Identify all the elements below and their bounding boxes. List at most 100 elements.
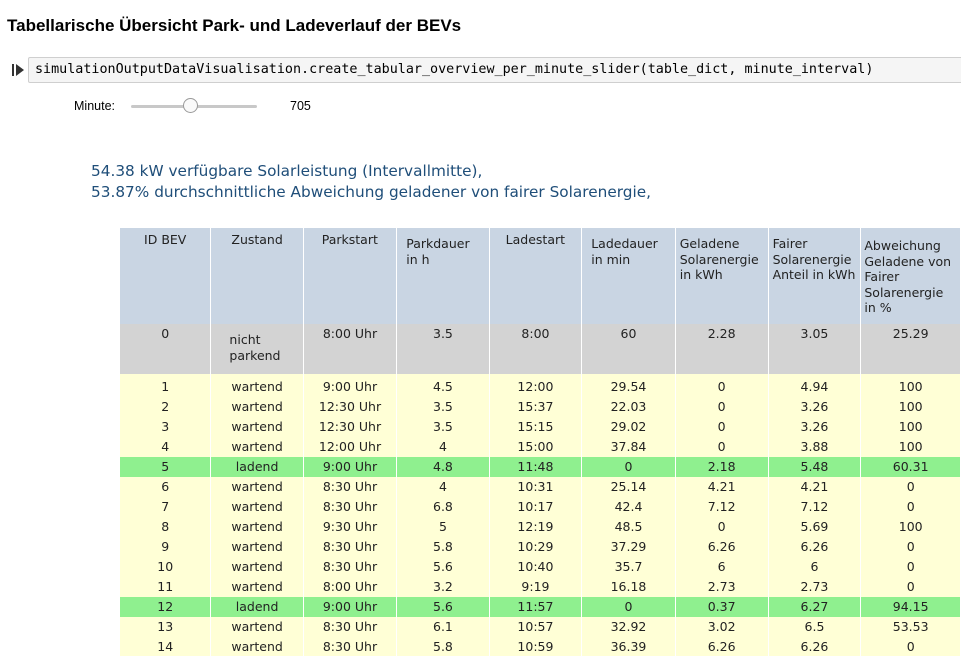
- cell-deviation: 100: [860, 374, 961, 397]
- cell-state: wartend: [210, 517, 304, 537]
- cell-deviation: 0: [860, 637, 961, 656]
- cell-state: ladend: [210, 457, 304, 477]
- table-row: 2 wartend 12:30 Uhr 3.5 15:37 22.03 0 3.26 100: [120, 397, 961, 417]
- cell-deviation: 0: [860, 577, 961, 597]
- minute-slider-thumb[interactable]: [182, 98, 198, 113]
- cell-id: 3: [120, 417, 212, 437]
- cell-state: wartend: [210, 617, 304, 637]
- cell-fair-solar-share: 6: [768, 557, 862, 577]
- cell-charge-start: 11:48: [489, 457, 583, 477]
- cell-charged-solar-energy: 2.73: [675, 577, 769, 597]
- cell-charge-start: 10:57: [489, 617, 583, 637]
- cell-charge-start: 15:00: [489, 437, 583, 457]
- cell-park-duration: 6.1: [396, 617, 490, 637]
- code-text: simulationOutputDataVisualisation.create…: [35, 62, 874, 77]
- cell-charge-duration: 22.03: [581, 397, 676, 417]
- cell-fair-solar-share: 6.26: [768, 637, 862, 656]
- cell-deviation: 0: [860, 477, 961, 497]
- cell-charged-solar-energy: 7.12: [675, 497, 769, 517]
- run-cell-icon[interactable]: [11, 63, 25, 77]
- cell-charged-solar-energy: 0: [675, 437, 769, 457]
- summary-average-deviation: 53.87% durchschnittliche Abweichung gela…: [91, 183, 651, 201]
- cell-park-start: 8:30 Uhr: [303, 557, 398, 577]
- cell-charged-solar-energy: 6: [675, 557, 769, 577]
- cell-park-duration: 5.8: [396, 637, 490, 656]
- page-title: Tabellarische Übersicht Park- und Ladeve…: [7, 16, 462, 35]
- table-row: 1 wartend 9:00 Uhr 4.5 12:00 29.54 0 4.94 100: [120, 374, 961, 397]
- cell-charged-solar-energy: 2.28: [675, 324, 769, 374]
- table-row: 11 wartend 8:00 Uhr 3.2 9:19 16.18 2.73 2.73 0: [120, 577, 961, 597]
- notebook-page: Tabellarische Übersicht Park- und Ladeve…: [0, 0, 961, 656]
- cell-id: 13: [120, 617, 212, 637]
- table-row: 9 wartend 8:30 Uhr 5.8 10:29 37.29 6.26 6.26 0: [120, 537, 961, 557]
- cell-deviation: 0: [860, 497, 961, 517]
- cell-charge-duration: 60: [581, 324, 676, 374]
- cell-charge-duration: 37.29: [581, 537, 676, 557]
- cell-id: 2: [120, 397, 212, 417]
- cell-deviation: 0: [860, 557, 961, 577]
- cell-state: wartend: [210, 577, 304, 597]
- cell-fair-solar-share: 6.5: [768, 617, 862, 637]
- cell-park-start: 12:30 Uhr: [303, 417, 398, 437]
- cell-id: 6: [120, 477, 212, 497]
- cell-park-duration: 6.8: [396, 497, 490, 517]
- cell-deviation: 53.53: [860, 617, 961, 637]
- cell-charge-duration: 32.92: [581, 617, 676, 637]
- cell-charge-start: 10:17: [489, 497, 583, 517]
- header-charged-solar-energy: Geladene Solarenergie in kWh: [675, 228, 769, 324]
- cell-park-start: 9:00 Uhr: [303, 374, 398, 397]
- table-row: 8 wartend 9:30 Uhr 5 12:19 48.5 0 5.69 100: [120, 517, 961, 537]
- cell-park-start: 8:30 Uhr: [303, 497, 398, 517]
- cell-id: 5: [120, 457, 212, 477]
- table-row: 6 wartend 8:30 Uhr 4 10:31 25.14 4.21 4.21 0: [120, 477, 961, 497]
- cell-park-start: 8:30 Uhr: [303, 617, 398, 637]
- cell-charge-duration: 48.5: [581, 517, 676, 537]
- cell-charge-start: 11:57: [489, 597, 583, 617]
- cell-charged-solar-energy: 6.26: [675, 537, 769, 557]
- cell-charge-duration: 0: [581, 457, 676, 477]
- table-header-row: ID BEV Zustand Parkstart Parkdauer in h …: [120, 228, 961, 324]
- cell-charge-start: 12:00: [489, 374, 583, 397]
- cell-state: wartend: [210, 557, 304, 577]
- cell-state: wartend: [210, 637, 304, 656]
- cell-charged-solar-energy: 4.21: [675, 477, 769, 497]
- cell-fair-solar-share: 5.48: [768, 457, 862, 477]
- cell-fair-solar-share: 3.26: [768, 397, 862, 417]
- cell-id: 11: [120, 577, 212, 597]
- cell-charge-start: 8:00: [489, 324, 583, 374]
- cell-deviation: 100: [860, 417, 961, 437]
- header-fair-solar-share: Fairer Solarenergie Anteil in kWh: [768, 228, 862, 324]
- cell-deviation: 100: [860, 517, 961, 537]
- table-row: 13 wartend 8:30 Uhr 6.1 10:57 32.92 3.02 6.5 53.…: [120, 617, 961, 637]
- code-cell[interactable]: simulationOutputDataVisualisation.create…: [28, 57, 961, 83]
- cell-charged-solar-energy: 3.02: [675, 617, 769, 637]
- cell-fair-solar-share: 5.69: [768, 517, 862, 537]
- cell-charge-start: 15:15: [489, 417, 583, 437]
- summary-solar-power: 54.38 kW verfügbare Solarleistung (Inter…: [91, 162, 483, 180]
- cell-park-duration: 4: [396, 477, 490, 497]
- cell-park-start: 8:00 Uhr: [303, 577, 398, 597]
- cell-state: wartend: [210, 497, 304, 517]
- table-row: 5 ladend 9:00 Uhr 4.8 11:48 0 2.18 5.48 60.31: [120, 457, 961, 477]
- cell-park-start: 12:00 Uhr: [303, 437, 398, 457]
- header-deviation: Abweichung Geladene von Fairer Solarener…: [860, 228, 961, 324]
- summary-text: 54.38 kW verfügbare Solarleistung (Inter…: [91, 161, 651, 203]
- table-row: 10 wartend 8:30 Uhr 5.6 10:40 35.7 6 6 0: [120, 557, 961, 577]
- cell-fair-solar-share: 4.21: [768, 477, 862, 497]
- table-row: 14 wartend 8:30 Uhr 5.8 10:59 36.39 6.26 6.26 0: [120, 637, 961, 656]
- cell-state: wartend: [210, 397, 304, 417]
- cell-charge-duration: 0: [581, 597, 676, 617]
- header-id: ID BEV: [120, 228, 212, 324]
- cell-deviation: 25.29: [860, 324, 961, 374]
- cell-charged-solar-energy: 0: [675, 517, 769, 537]
- cell-id: 1: [120, 374, 212, 397]
- header-charge-duration: Ladedauer in min: [581, 228, 676, 324]
- cell-fair-solar-share: 6.26: [768, 537, 862, 557]
- header-charge-start: Ladestart: [489, 228, 583, 324]
- cell-park-duration: 3.5: [396, 397, 490, 417]
- cell-deviation: 100: [860, 397, 961, 417]
- cell-id: 7: [120, 497, 212, 517]
- cell-id: 14: [120, 637, 212, 656]
- cell-charge-start: 12:19: [489, 517, 583, 537]
- cell-id: 9: [120, 537, 212, 557]
